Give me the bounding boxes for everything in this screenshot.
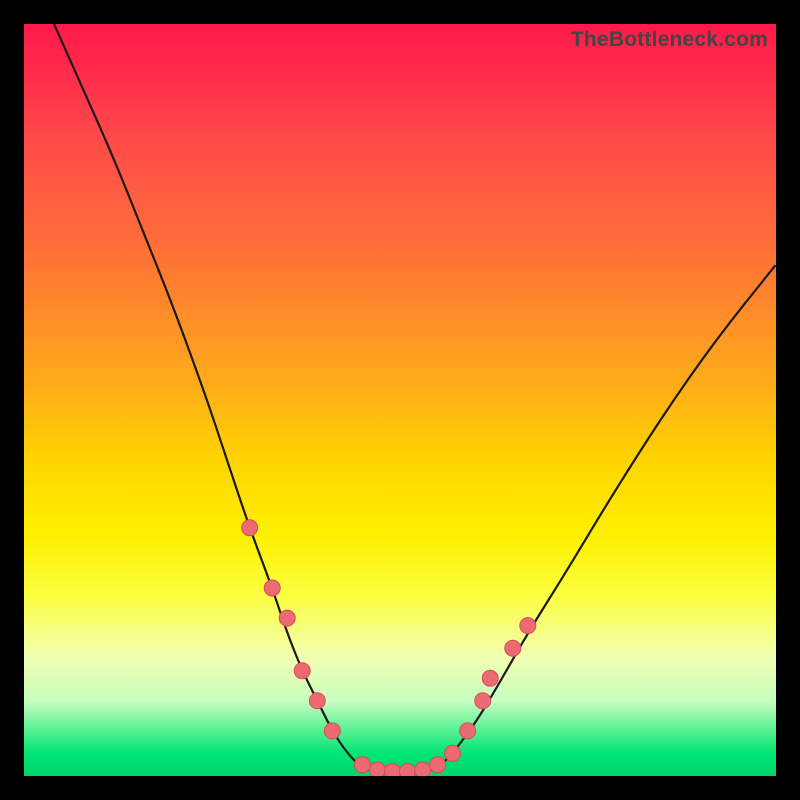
data-point-7 [369,762,385,776]
data-point-3 [294,663,310,679]
data-point-6 [354,757,370,773]
data-point-13 [460,723,476,739]
chart-container: TheBottleneck.com [0,0,800,800]
data-point-4 [309,693,325,709]
data-point-12 [445,745,461,761]
data-point-5 [324,723,340,739]
watermark-text: TheBottleneck.com [571,28,768,52]
chart-svg [24,24,776,776]
data-point-0 [242,520,258,536]
data-point-17 [520,618,536,634]
data-point-9 [400,764,416,777]
series-left-curve [54,24,362,769]
series-group [54,24,776,772]
data-point-1 [264,580,280,596]
plot-area: TheBottleneck.com [24,24,776,776]
data-point-16 [505,640,521,656]
data-point-10 [415,762,431,776]
series-right-curve [438,265,776,769]
data-point-11 [430,757,446,773]
data-point-8 [385,764,401,777]
data-point-2 [279,610,295,626]
data-point-15 [482,670,498,686]
data-point-14 [475,693,491,709]
markers-group [242,520,536,776]
